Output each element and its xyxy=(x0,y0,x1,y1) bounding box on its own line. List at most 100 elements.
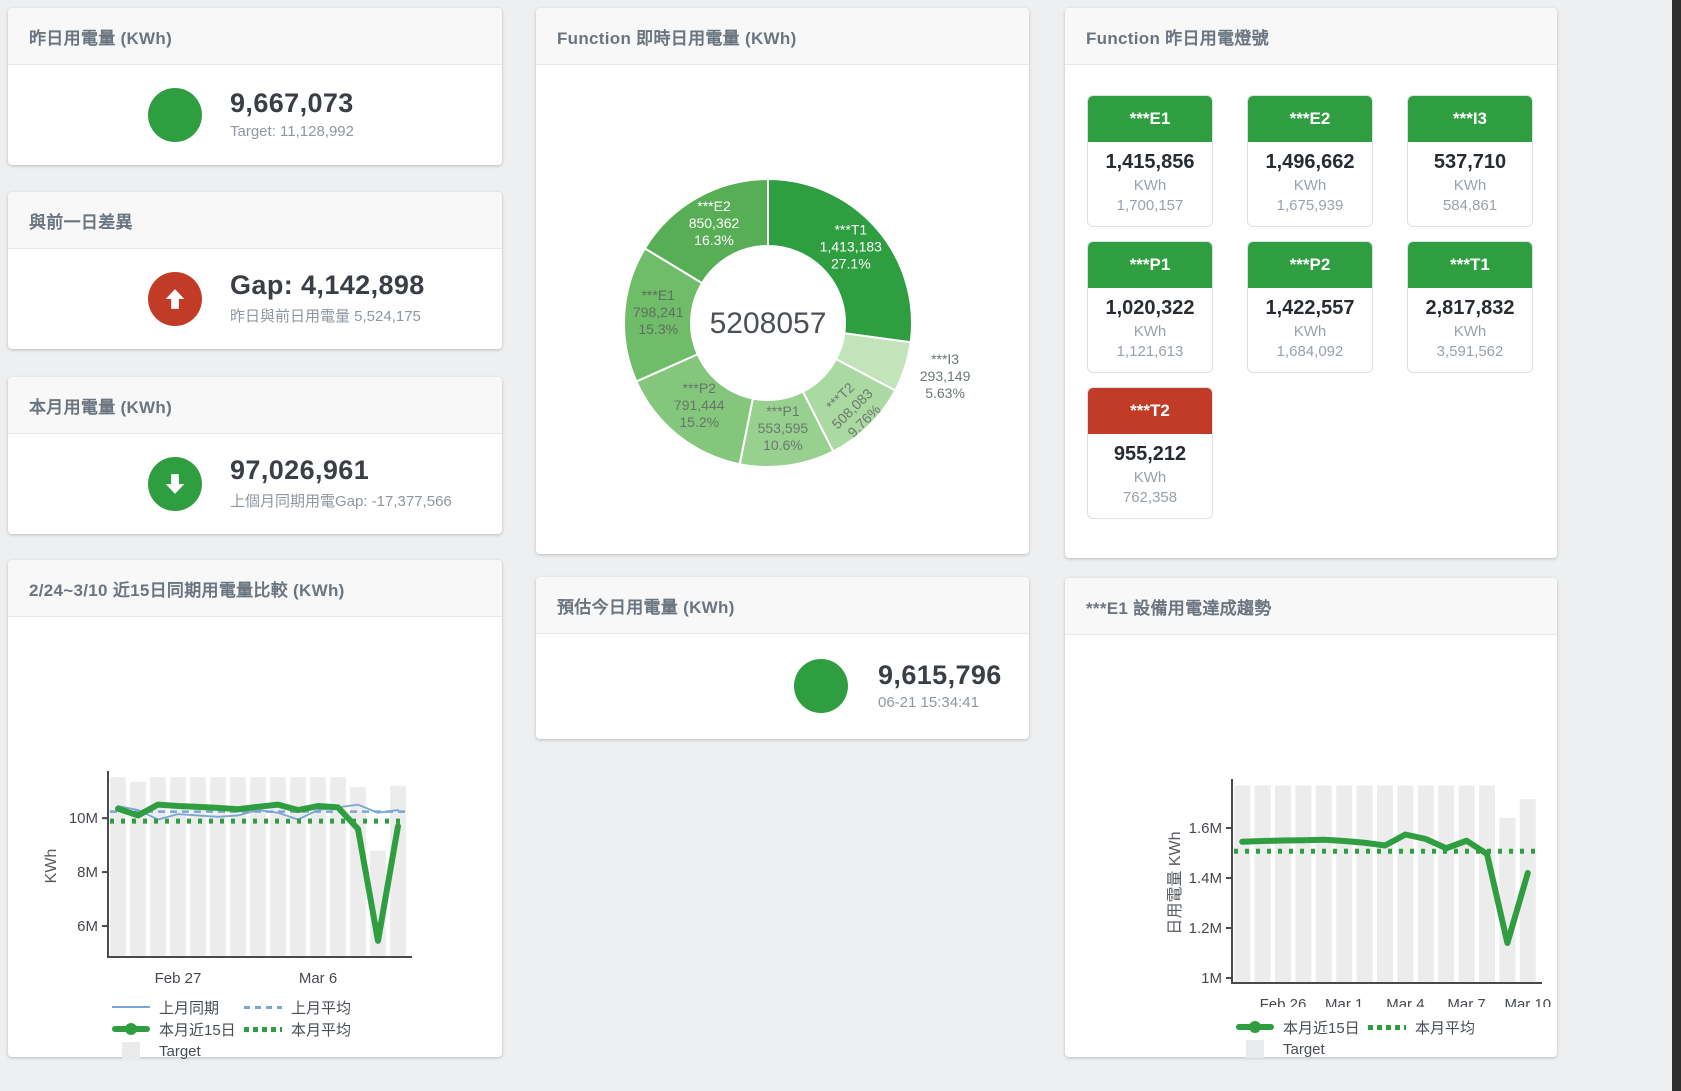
legend-label: 本月近15日 xyxy=(1283,1017,1360,1038)
legend-label: 上月平均 xyxy=(291,997,351,1018)
legend-swatch-thick xyxy=(112,1026,150,1032)
target-bar xyxy=(1459,786,1475,984)
legend-swatch-dots xyxy=(1368,1025,1406,1030)
card-15day-compare-chart: 2/24~3/10 近15日同期用電量比較 (KWh) 6M8M10MFeb 2… xyxy=(8,560,502,1057)
x-tick-label: Mar 4 xyxy=(1386,996,1424,1007)
light-tile-value: 1,422,557 xyxy=(1252,297,1368,320)
legend-item[interactable]: 本月平均 xyxy=(1368,1017,1500,1038)
status-circle-icon xyxy=(794,659,848,713)
legend-label: Target xyxy=(1283,1041,1325,1058)
card-realtime-donut: Function 即時日用電量 (KWh) ***T11,413,18327.1… xyxy=(536,8,1029,554)
stat-value: 9,667,073 xyxy=(230,89,354,119)
legend-row: 本月近15日本月平均 xyxy=(112,1018,502,1040)
e1-line-chart: 1M1.2M1.4M1.6MFeb 26Mar 1Mar 4Mar 7Mar 1… xyxy=(1065,635,1557,1007)
legend-item[interactable]: 上月同期 xyxy=(112,997,244,1018)
light-tile-value: 1,020,322 xyxy=(1092,297,1208,320)
light-tile-value: 1,415,856 xyxy=(1092,151,1208,174)
card-title: 預估今日用電量 (KWh) xyxy=(557,593,735,618)
x-tick-label: Feb 27 xyxy=(155,970,202,987)
legend-label: 上月同期 xyxy=(159,997,219,1018)
arrow-up-circle-icon xyxy=(148,272,202,326)
target-bar xyxy=(1397,786,1413,984)
compare-line-chart: 6M8M10MFeb 27Mar 6KWh xyxy=(8,617,502,987)
card-today-estimate: 預估今日用電量 (KWh) 9,615,796 06-21 15:34:41 xyxy=(536,577,1029,739)
donut-center-total: 5208057 xyxy=(710,307,827,340)
legend-swatch-thick xyxy=(1236,1024,1274,1030)
light-tile-unit: KWh xyxy=(1092,469,1208,486)
light-tile-target: 1,121,613 xyxy=(1092,343,1208,360)
legend-swatch-dot xyxy=(1249,1021,1261,1033)
dashboard-page: 昨日用電量 (KWh) 9,667,073 Target: 11,128,992… xyxy=(0,0,1681,1091)
stat-value: 9,615,796 xyxy=(878,661,1002,691)
card-header: ***E1 設備用電達成趨勢 xyxy=(1065,578,1557,635)
light-tile-unit: KWh xyxy=(1252,323,1368,340)
light-tile-unit: KWh xyxy=(1092,177,1208,194)
target-bar xyxy=(110,777,126,957)
light-tile-target: 1,684,092 xyxy=(1252,343,1368,360)
y-tick-label: 8M xyxy=(77,864,98,881)
card-header: 預估今日用電量 (KWh) xyxy=(536,577,1029,634)
target-bar xyxy=(1357,786,1373,984)
light-tile-value: 537,710 xyxy=(1412,151,1528,174)
card-header: 2/24~3/10 近15日同期用電量比較 (KWh) xyxy=(8,560,502,617)
legend-label: Target xyxy=(159,1043,201,1060)
light-tile-name: ***T1 xyxy=(1408,242,1532,288)
x-tick-label: Mar 6 xyxy=(299,970,337,987)
y-tick-label: 1.6M xyxy=(1189,820,1222,837)
legend-swatch-line xyxy=(112,1006,150,1008)
light-tile-name: ***E2 xyxy=(1248,96,1372,142)
stat-subtitle: 06-21 15:34:41 xyxy=(878,694,1002,711)
light-tile-name: ***T2 xyxy=(1088,388,1212,434)
target-bar xyxy=(1316,786,1332,984)
legend-item[interactable]: 本月平均 xyxy=(244,1019,376,1040)
legend-label: 本月近15日 xyxy=(159,1019,236,1040)
legend-item[interactable]: Target xyxy=(112,1042,244,1060)
stat-row: 97,026,961 上個月同期用電Gap: -17,377,566 xyxy=(148,434,502,533)
donut-slice-label: ***I3293,1495.63% xyxy=(920,351,971,401)
light-tile-name: ***E1 xyxy=(1088,96,1212,142)
e1-chart-legend: 本月近15日本月平均 Target xyxy=(1236,1016,1557,1060)
y-tick-label: 1M xyxy=(1201,970,1222,987)
legend-swatch-dot xyxy=(125,1023,137,1035)
light-tile-target: 1,700,157 xyxy=(1092,197,1208,214)
status-circle-icon xyxy=(148,88,202,142)
target-bar xyxy=(1418,786,1434,984)
compare-chart-legend: 上月同期上月平均本月近15日本月平均Target xyxy=(112,996,502,1062)
stat-subtitle: 上個月同期用電Gap: -17,377,566 xyxy=(230,490,452,511)
x-tick-label: Mar 7 xyxy=(1447,996,1485,1007)
light-tile-name: ***P1 xyxy=(1088,242,1212,288)
light-tile-target: 584,861 xyxy=(1412,197,1528,214)
light-tile-value: 955,212 xyxy=(1092,443,1208,466)
light-tile: ***T2955,212KWh762,358 xyxy=(1087,387,1213,519)
card-header: 與前一日差異 xyxy=(8,192,502,249)
stat-subtitle: 昨日與前日用電量 5,524,175 xyxy=(230,305,425,326)
card-e1-trend-chart: ***E1 設備用電達成趨勢 1M1.2M1.4M1.6MFeb 26Mar 1… xyxy=(1065,578,1557,1057)
card-header: 本月用電量 (KWh) xyxy=(8,377,502,434)
x-tick-label: Mar 10 xyxy=(1504,996,1551,1007)
y-tick-label: 1.4M xyxy=(1189,870,1222,887)
target-bar xyxy=(290,777,306,957)
y-axis-label: 日用電量 KWh xyxy=(1167,831,1184,934)
legend-item[interactable]: Target xyxy=(1236,1040,1368,1058)
vertical-scrollbar[interactable] xyxy=(1672,0,1681,1091)
legend-item[interactable]: 上月平均 xyxy=(244,997,376,1018)
card-title: 本月用電量 (KWh) xyxy=(29,393,172,418)
light-tile-target: 1,675,939 xyxy=(1252,197,1368,214)
target-bar xyxy=(210,777,226,957)
light-tile: ***E21,496,662KWh1,675,939 xyxy=(1247,95,1373,227)
stat-row: 9,615,796 06-21 15:34:41 xyxy=(794,634,1029,738)
target-bar xyxy=(1499,818,1515,983)
x-tick-label: Feb 26 xyxy=(1260,996,1307,1007)
x-tick-label: Mar 1 xyxy=(1325,996,1363,1007)
card-title: ***E1 設備用電達成趨勢 xyxy=(1086,594,1272,619)
legend-item[interactable]: 本月近15日 xyxy=(112,1019,244,1040)
card-month-usage: 本月用電量 (KWh) 97,026,961 上個月同期用電Gap: -17,3… xyxy=(8,377,502,534)
stat-subtitle: Target: 11,128,992 xyxy=(230,123,354,140)
light-tile-value: 1,496,662 xyxy=(1252,151,1368,174)
legend-swatch-square xyxy=(122,1042,140,1060)
legend-item[interactable]: 本月近15日 xyxy=(1236,1017,1368,1038)
legend-row: Target xyxy=(112,1040,502,1062)
light-tile: ***E1 1,415,856 KWh 1,700,157 xyxy=(1087,95,1213,227)
stat-row: 9,667,073 Target: 11,128,992 xyxy=(148,65,502,164)
stat-value: Gap: 4,142,898 xyxy=(230,271,425,301)
